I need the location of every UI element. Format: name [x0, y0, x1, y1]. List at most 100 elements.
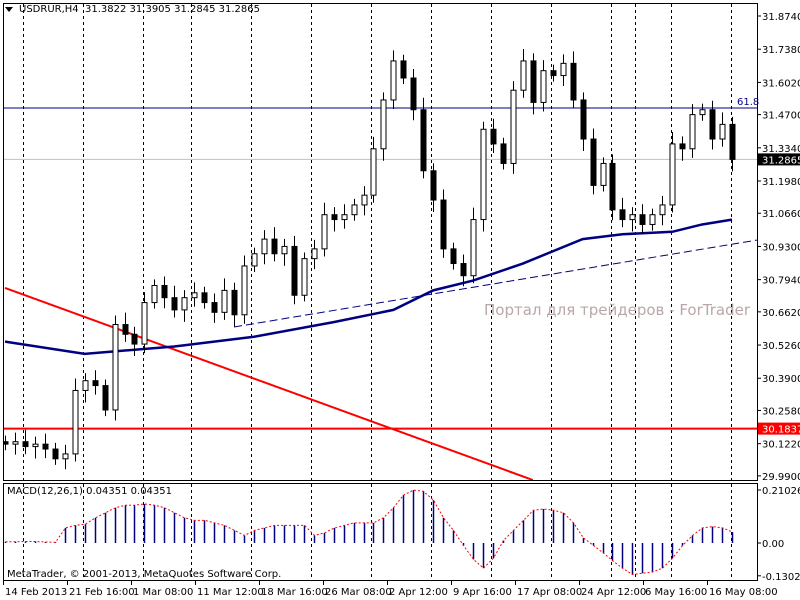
- bear-candle: [22, 441, 29, 448]
- ohlc-values: 31.3822 31.3905 31.2845 31.2865: [85, 4, 260, 15]
- macd-y-tick-label: -0.13021: [762, 572, 800, 583]
- bear-candle: [580, 99, 587, 140]
- bull-candle: [480, 128, 487, 221]
- x-tick-label: 14 Feb 2013: [5, 587, 67, 598]
- bear-candle: [42, 443, 49, 450]
- horizontal-line-price-tag-label: 30.1837: [762, 425, 800, 436]
- bear-candle: [331, 214, 338, 221]
- macd-y-tick-label: 0.00: [762, 539, 784, 550]
- bear-candle: [161, 284, 168, 299]
- y-tick-label: 30.5260: [762, 341, 800, 352]
- bull-candle: [659, 204, 666, 216]
- bull-candle: [112, 324, 119, 411]
- bear-candle: [430, 170, 437, 201]
- bear-candle: [122, 324, 129, 335]
- bear-candle: [102, 385, 109, 411]
- x-tick-label: 18 Mar 16:00: [261, 587, 328, 598]
- bear-candle: [639, 214, 646, 225]
- bear-candle: [410, 77, 417, 111]
- bull-candle: [12, 441, 19, 445]
- bear-candle: [450, 248, 457, 265]
- bear-candle: [271, 238, 278, 255]
- bear-candle: [590, 138, 597, 186]
- macd-signal-line: [5, 489, 733, 576]
- bear-candle: [211, 302, 218, 313]
- x-tick-label: 26 Mar 08:00: [325, 587, 392, 598]
- bull-candle: [32, 443, 39, 448]
- bull-candle: [141, 302, 148, 345]
- dropdown-arrow-icon[interactable]: [5, 6, 13, 12]
- bear-candle: [550, 70, 557, 77]
- bear-candle: [709, 109, 716, 140]
- bull-candle: [390, 60, 397, 101]
- x-tick-label: 2 Apr 12:00: [389, 587, 448, 598]
- bull-candle: [540, 70, 547, 103]
- y-tick-label: 31.0660: [762, 209, 800, 220]
- y-tick-label: 31.8740: [762, 12, 800, 23]
- bull-candle: [82, 380, 89, 391]
- fibonacci-level-label: 61.8: [737, 97, 759, 108]
- y-tick-label: 31.3340: [762, 144, 800, 155]
- macd-title: MACD(12,26,1) 0.04351 0.04351: [7, 486, 173, 497]
- x-tick-label: 9 Apr 16:00: [453, 587, 512, 598]
- bear-candle: [440, 199, 447, 250]
- chart-header: USDRUR,H4 31.3822 31.3905 31.2845 31.286…: [5, 4, 260, 15]
- bull-candle: [689, 114, 696, 150]
- bear-candle: [490, 128, 497, 145]
- bear-candle: [201, 292, 208, 304]
- symbol-label: USDRUR,H4: [19, 4, 79, 15]
- bear-candle: [530, 60, 537, 103]
- bull-candle: [669, 143, 676, 206]
- y-tick-label: 30.6620: [762, 308, 800, 319]
- bear-candle: [400, 60, 407, 79]
- x-tick-label: 21 Feb 16:00: [69, 587, 135, 598]
- bull-candle: [72, 389, 79, 455]
- bear-candle: [291, 245, 298, 296]
- bull-candle: [251, 253, 258, 267]
- y-tick-label: 31.7380: [762, 45, 800, 56]
- bull-candle: [151, 284, 158, 304]
- bull-candle: [281, 245, 288, 255]
- bear-candle: [92, 380, 99, 387]
- bull-candle: [649, 214, 656, 225]
- bear-candle: [729, 123, 736, 160]
- bull-candle: [629, 214, 636, 221]
- bull-candle: [261, 238, 268, 255]
- x-tick-label: 1 Mar 08:00: [133, 587, 193, 598]
- x-tick-label: 16 May 08:00: [709, 587, 778, 598]
- x-tick-label: 17 Apr 08:00: [517, 587, 582, 598]
- bull-candle: [380, 99, 387, 150]
- bull-candle: [520, 60, 527, 91]
- bear-candle: [570, 62, 577, 101]
- bear-candle: [679, 143, 686, 150]
- copyright: MetaTrader, © 2001-2013, MetaQuotes Soft…: [7, 569, 282, 580]
- x-tick-label: 6 May 16:00: [645, 587, 707, 598]
- bull-candle: [351, 204, 358, 216]
- bear-candle: [619, 209, 626, 221]
- y-tick-label: 29.9900: [762, 472, 800, 483]
- current-price-tag-label: 31.2865: [762, 155, 800, 166]
- bull-candle: [470, 219, 477, 277]
- bull-candle: [600, 162, 607, 186]
- bull-candle: [191, 292, 198, 299]
- bull-candle: [510, 89, 517, 164]
- bear-candle: [609, 162, 616, 211]
- bull-candle: [341, 214, 348, 221]
- bull-candle: [361, 194, 368, 206]
- bull-candle: [699, 109, 706, 116]
- price-chart[interactable]: 31.8740 31.7380 31.6020 31.4700 31.3340 31.19…: [0, 0, 800, 600]
- bull-candle: [719, 123, 726, 140]
- bull-candle: [370, 148, 377, 196]
- y-tick-label: 30.9300: [762, 242, 800, 253]
- x-tick-label: 11 Mar 12:00: [197, 587, 264, 598]
- x-tick-label: 24 Apr 12:00: [581, 587, 646, 598]
- y-tick-label: 30.1220: [762, 440, 800, 451]
- watermark: Портал для трейдеров - ForTrader: [484, 301, 751, 319]
- y-tick-label: 31.1980: [762, 177, 800, 188]
- y-tick-label: 31.6020: [762, 78, 800, 89]
- bear-candle: [231, 289, 238, 316]
- bear-candle: [460, 263, 467, 277]
- y-tick-label: 30.2580: [762, 406, 800, 417]
- y-tick-label: 30.7940: [762, 276, 800, 287]
- bull-candle: [560, 62, 567, 77]
